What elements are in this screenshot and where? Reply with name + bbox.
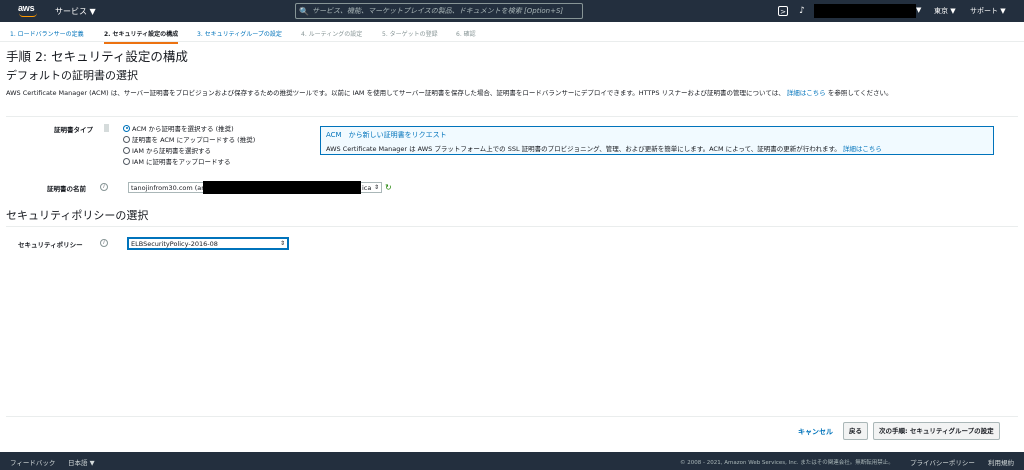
cert-type-option-iam[interactable]: IAM から証明書を選択する — [123, 145, 211, 155]
next-button[interactable]: 次の手順: セキュリティグループの設定 — [873, 422, 1000, 440]
account-menu-caret[interactable]: ▼ — [916, 6, 921, 14]
copyright: © 2008 - 2021, Amazon Web Services, Inc.… — [680, 460, 894, 466]
support-menu[interactable]: サポート ▼ — [970, 6, 1006, 16]
redacted-cert-arn — [203, 181, 361, 194]
global-search-input[interactable]: 🔍 サービス、機能、マーケットプレイスの製品、ドキュメントを検索 [Option… — [295, 3, 583, 19]
description-text: AWS Certificate Manager (ACM) は、サーバー証明書を… — [6, 89, 785, 97]
step-5: 5. ターゲットの登録 — [382, 31, 438, 38]
redacted-account — [814, 4, 916, 18]
services-menu[interactable]: サービス ▼ — [55, 6, 96, 17]
step-6: 6. 確認 — [456, 31, 476, 38]
select-arrow-icon: ⇕ — [373, 184, 379, 191]
security-policy-label: セキュリティポリシー — [18, 241, 83, 249]
radio-icon[interactable] — [123, 157, 130, 165]
page-title: 手順 2: セキュリティ設定の構成 — [6, 49, 188, 64]
cert-type-label: 証明書タイプ — [54, 126, 93, 134]
option-label: ACM から証明書を選択する (推奨) — [132, 125, 234, 133]
aws-logo-text: aws — [18, 3, 35, 13]
description-learn-more-link[interactable]: 詳細はこちら — [787, 89, 826, 97]
option-label: 証明書を ACM にアップロードする (推奨) — [132, 136, 256, 144]
description: AWS Certificate Manager (ACM) は、サーバー証明書を… — [6, 88, 1018, 98]
step-2[interactable]: 2. セキュリティ設定の構成 — [104, 29, 179, 44]
feedback-link[interactable]: フィードバック — [10, 457, 55, 467]
wizard-steps: 1. ロードバランサーの定義 2. セキュリティ設定の構成 3. セキュリティグ… — [0, 22, 1024, 44]
footer: フィードバック 日本語 ▼ © 2008 - 2021, Amazon Web … — [0, 452, 1024, 470]
privacy-policy-link[interactable]: プライバシーポリシー — [910, 457, 975, 467]
description-suffix: を参照してください。 — [827, 89, 893, 97]
cloudshell-icon[interactable]: > — [778, 6, 788, 16]
security-policy-select[interactable]: ELBSecurityPolicy-2016-08 ⇕ — [128, 238, 288, 249]
aws-logo[interactable]: aws — [18, 4, 40, 18]
aws-smile-icon — [19, 13, 37, 17]
infobox-learn-more-link[interactable]: 詳細はこちら — [843, 145, 882, 153]
refresh-icon[interactable]: ↻ — [385, 184, 393, 192]
acm-request-infobox: ACM から新しい証明書をリクエスト AWS Certificate Manag… — [320, 126, 994, 155]
back-button[interactable]: 戻る — [843, 422, 868, 440]
region-menu[interactable]: 東京 ▼ — [934, 6, 956, 16]
step-3[interactable]: 3. セキュリティグループの設定 — [197, 29, 282, 38]
cert-name-value: tanojinfrom30.com (ar — [131, 184, 204, 192]
actions-divider — [6, 416, 1018, 417]
radio-icon[interactable] — [123, 146, 130, 154]
search-placeholder: サービス、機能、マーケットプレイスの製品、ドキュメントを検索 [Option+S… — [312, 7, 564, 15]
step-4: 4. ルーティングの設定 — [301, 31, 363, 38]
cert-type-option-upload-acm[interactable]: 証明書を ACM にアップロードする (推奨) — [123, 134, 255, 144]
radio-selected-icon[interactable] — [123, 124, 130, 132]
bell-icon[interactable]: ♪ — [796, 5, 808, 17]
section-title-default-cert: デフォルトの証明書の選択 — [6, 69, 138, 82]
top-navigation: aws サービス ▼ 🔍 サービス、機能、マーケットプレイスの製品、ドキュメント… — [0, 0, 1024, 22]
cert-name-label: 証明書の名前 — [47, 185, 86, 193]
cert-name-value-suffix: ica — [362, 184, 372, 192]
option-label: IAM から証明書を選択する — [132, 147, 212, 155]
cancel-button[interactable]: キャンセル — [798, 427, 833, 437]
cert-type-option-upload-iam[interactable]: IAM に証明書をアップロードする — [123, 156, 231, 166]
security-policy-info-icon[interactable]: i — [100, 239, 108, 247]
language-selector[interactable]: 日本語 ▼ — [68, 457, 95, 467]
search-icon: 🔍 — [299, 6, 309, 16]
security-policy-value: ELBSecurityPolicy-2016-08 — [131, 240, 218, 248]
radio-icon[interactable] — [123, 135, 130, 143]
infobox-body-text: AWS Certificate Manager は AWS プラットフォーム上で… — [326, 145, 841, 153]
infobox-title-link[interactable]: ACM から新しい証明書をリクエスト — [326, 130, 988, 140]
divider — [6, 116, 1018, 117]
cert-type-option-acm[interactable]: ACM から証明書を選択する (推奨) — [123, 123, 234, 133]
terms-link[interactable]: 利用規約 — [988, 457, 1014, 467]
option-label: IAM に証明書をアップロードする — [132, 158, 231, 166]
infobox-body: AWS Certificate Manager は AWS プラットフォーム上で… — [326, 143, 988, 153]
cert-name-info-icon[interactable]: i — [100, 183, 108, 191]
step-1[interactable]: 1. ロードバランサーの定義 — [10, 29, 84, 38]
select-arrow-icon: ⇕ — [279, 240, 285, 247]
divider — [6, 226, 1018, 227]
section-title-security-policy: セキュリティポリシーの選択 — [6, 209, 149, 222]
cert-type-info-icon[interactable] — [104, 124, 109, 132]
